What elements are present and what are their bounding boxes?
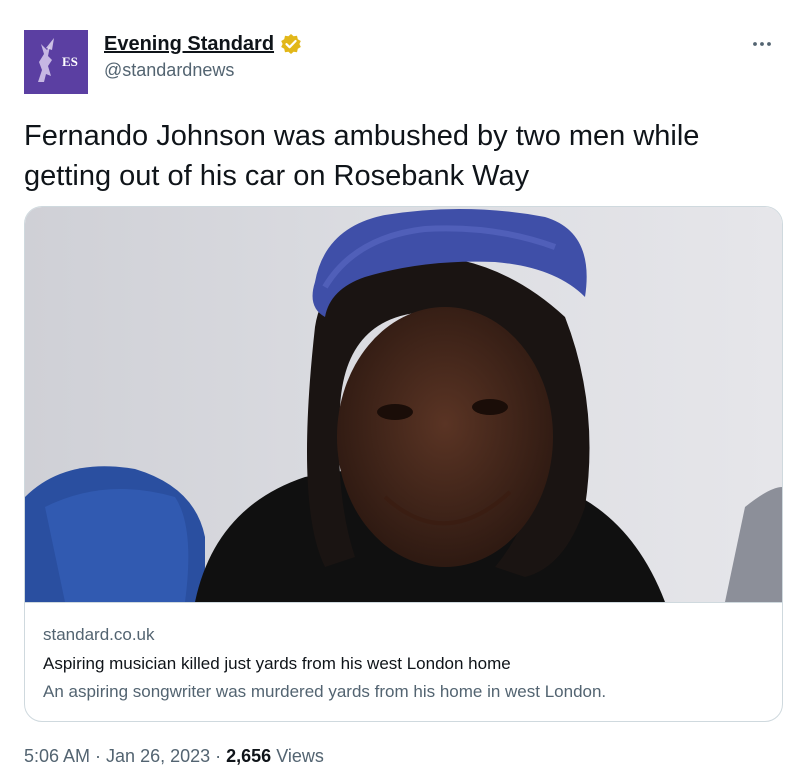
footer-separator: · <box>90 746 107 766</box>
more-options-icon[interactable] <box>750 34 774 54</box>
handle[interactable]: @standardnews <box>104 60 302 81</box>
card-title: Aspiring musician killed just yards from… <box>43 654 511 673</box>
tweet-footer: 5:06 AM · Jan 26, 2023 · 2,656 Views <box>24 746 324 767</box>
link-card[interactable]: standard.co.uk Aspiring musician killed … <box>24 206 783 722</box>
views-label: Views <box>271 746 324 766</box>
tweet-date[interactable]: Jan 26, 2023 <box>106 746 210 767</box>
evening-standard-logo: ES <box>24 30 88 94</box>
display-name[interactable]: Evening Standard <box>104 33 274 56</box>
name-row: Evening Standard <box>104 30 302 58</box>
avatar[interactable]: ES <box>24 30 88 94</box>
author-block: Evening Standard @standardnews <box>104 30 302 81</box>
footer-separator: · <box>210 746 227 766</box>
verified-badge-icon[interactable] <box>280 33 302 55</box>
views-count[interactable]: 2,656 <box>226 746 271 767</box>
svg-text:ES: ES <box>62 54 78 69</box>
card-image[interactable] <box>25 207 782 602</box>
tweet: ES Evening Standard @standardnews Fernan… <box>0 0 800 783</box>
tweet-time[interactable]: 5:06 AM <box>24 746 90 767</box>
card-domain: standard.co.uk <box>43 625 155 644</box>
card-description: An aspiring songwriter was murdered yard… <box>43 682 607 701</box>
article-photo <box>25 207 782 602</box>
card-meta: standard.co.uk Aspiring musician killed … <box>25 602 782 721</box>
tweet-text: Fernando Johnson was ambushed by two men… <box>24 120 700 192</box>
